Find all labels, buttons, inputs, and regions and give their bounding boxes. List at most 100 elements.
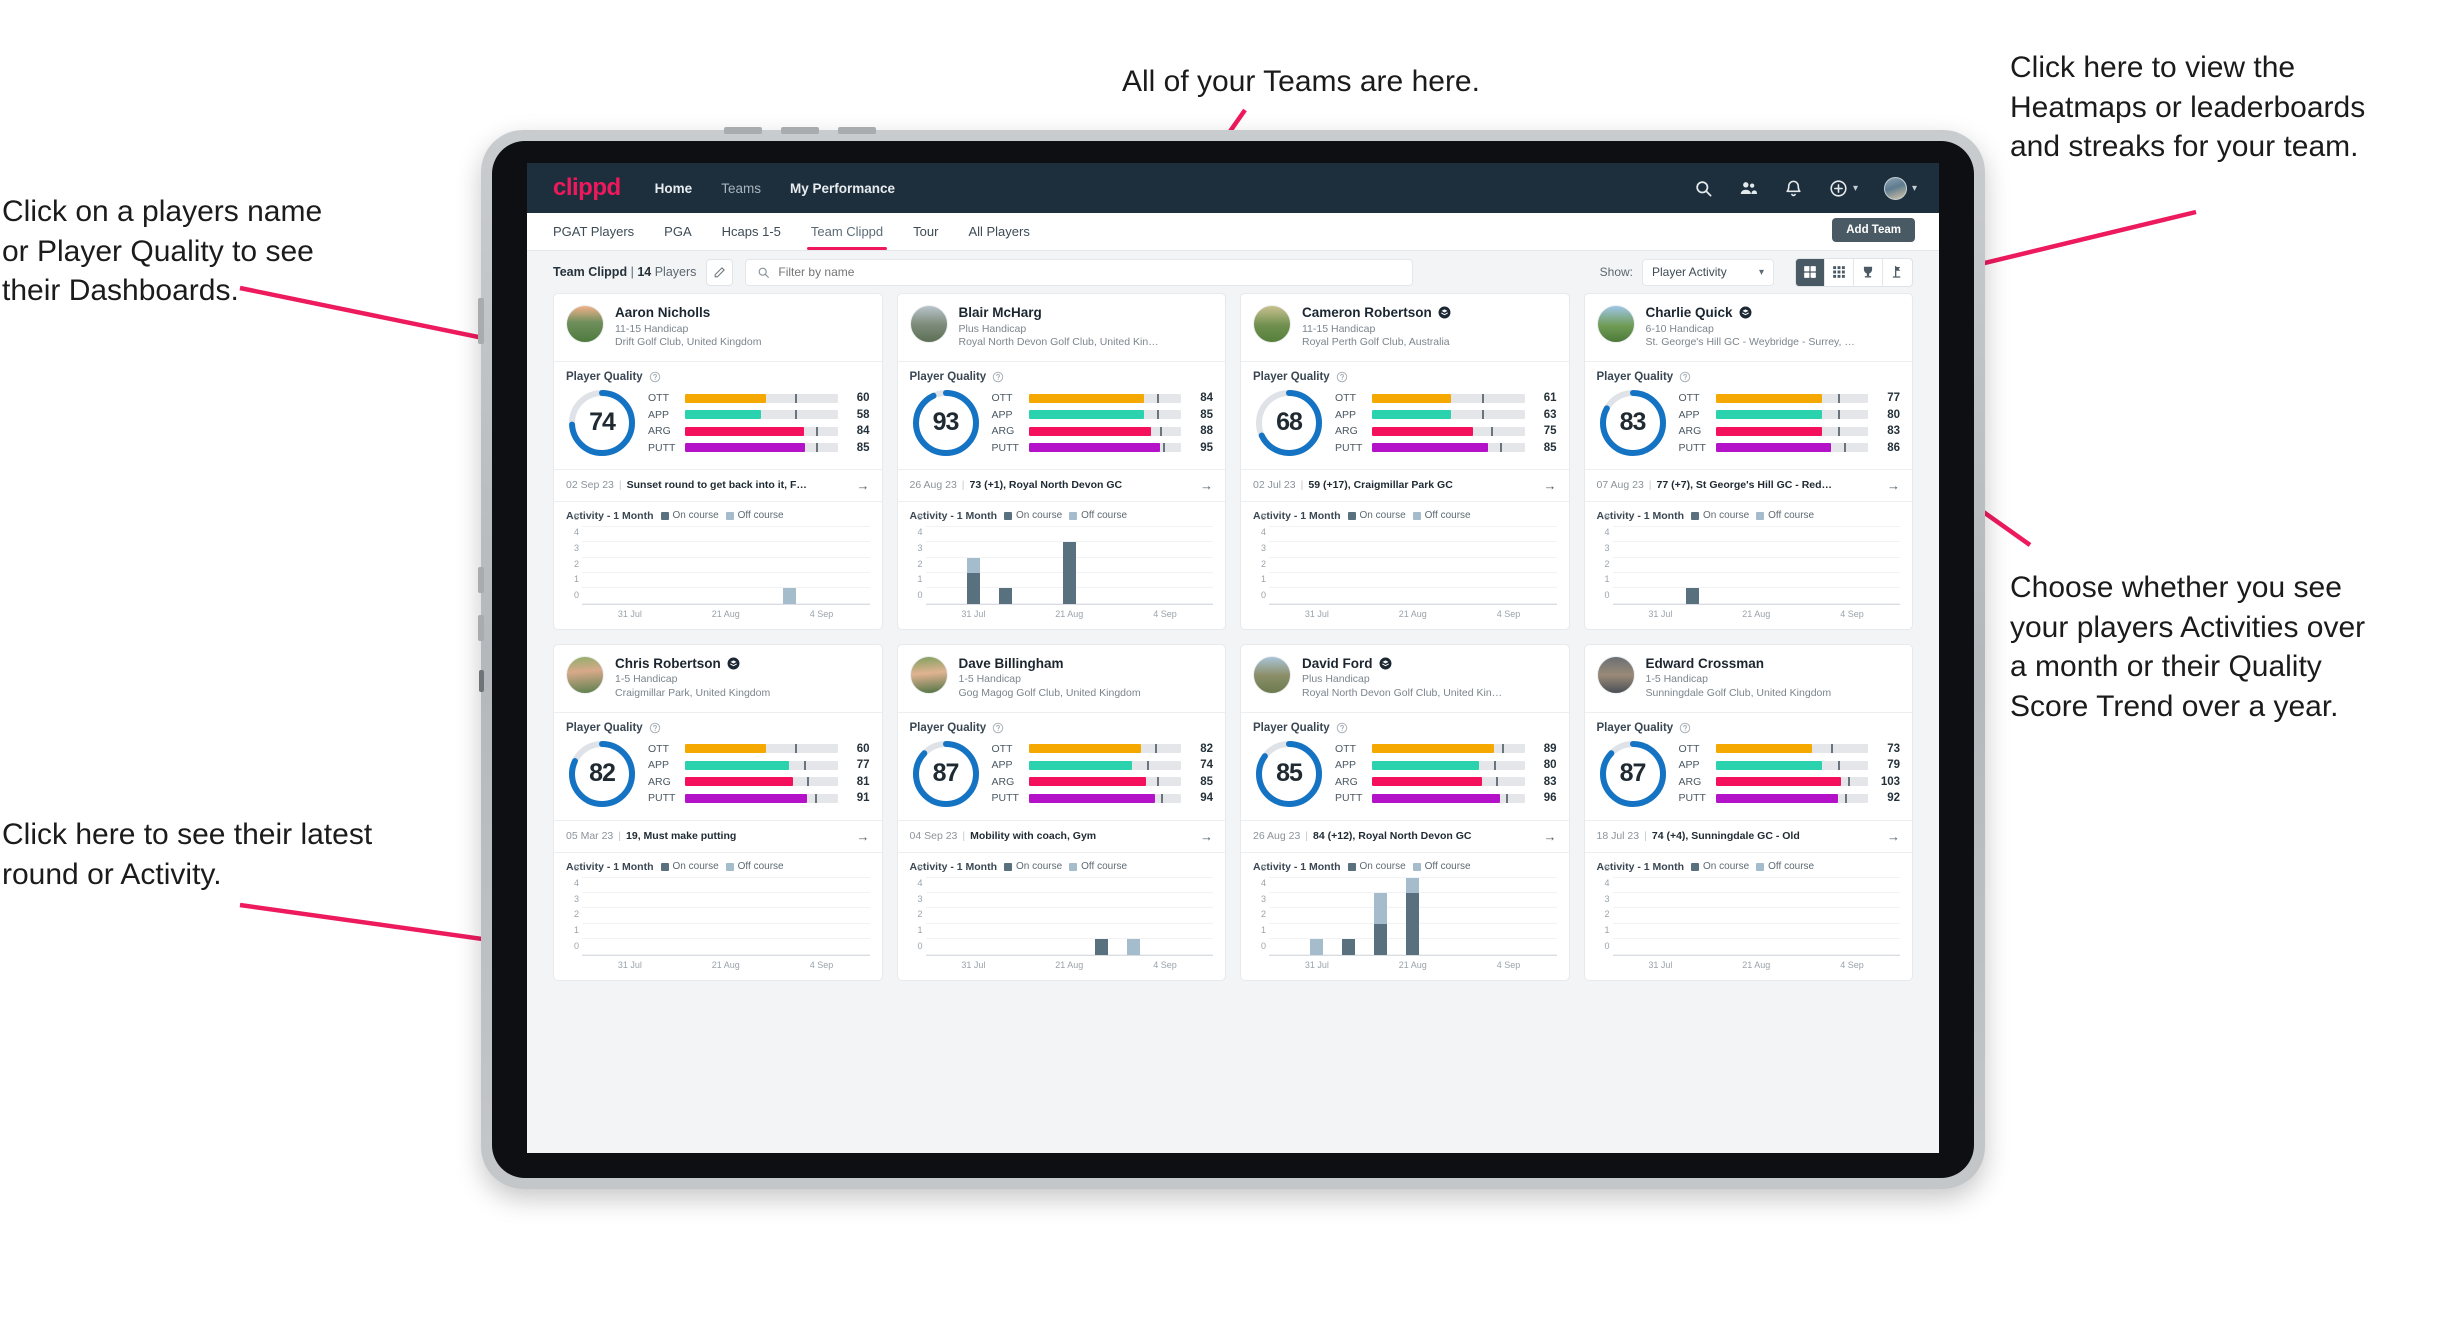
help-icon[interactable] (1336, 371, 1348, 383)
nav-link-teams[interactable]: Teams (721, 181, 761, 196)
arrow-right-icon[interactable]: → (1544, 829, 1557, 844)
player-card-header[interactable]: Cameron Robertson 11-15 Handicap Royal P… (1241, 294, 1569, 361)
player-name-row[interactable]: Charlie Quick (1646, 305, 1855, 321)
player-avatar[interactable] (1253, 305, 1291, 343)
filter-search-box[interactable] (745, 258, 1414, 286)
player-quality-ring[interactable]: 82 (566, 738, 638, 810)
arrow-right-icon[interactable]: → (1200, 478, 1213, 493)
player-avatar[interactable] (909, 655, 948, 694)
account-menu[interactable]: ▾ (1883, 176, 1917, 200)
latest-activity-row[interactable]: 04 Sep 23 | Mobility with coach, Gym → (897, 819, 1225, 852)
player-name-row[interactable]: Cameron Robertson (1302, 305, 1451, 321)
arrow-right-icon[interactable]: → (857, 478, 870, 493)
latest-activity-row[interactable]: 26 Aug 23 | 84 (+12), Royal North Devon … (1241, 819, 1569, 852)
search-icon[interactable] (1694, 179, 1713, 198)
help-icon[interactable] (1679, 371, 1691, 383)
arrow-right-icon[interactable]: → (1887, 478, 1900, 493)
latest-activity-row[interactable]: 07 Aug 23 | 77 (+7), St George's Hill GC… (1584, 468, 1912, 501)
pencil-icon[interactable] (706, 258, 734, 286)
player-avatar[interactable] (1596, 305, 1635, 343)
avatar[interactable] (1883, 176, 1907, 200)
player-name[interactable]: Edward Crossman (1646, 656, 1765, 672)
player-card-header[interactable]: Chris Robertson 1-5 Handicap Craigmillar… (554, 645, 882, 712)
player-quality-ring[interactable]: 74 (566, 387, 638, 459)
player-name[interactable]: Cameron Robertson (1302, 305, 1432, 321)
bell-icon[interactable] (1784, 179, 1803, 198)
help-icon[interactable] (649, 371, 661, 383)
player-card[interactable]: Edward Crossman 1-5 Handicap Sunningdale… (1583, 643, 1913, 981)
player-card[interactable]: Chris Robertson 1-5 Handicap Craigmillar… (553, 643, 883, 981)
player-name-row[interactable]: Aaron Nicholls (615, 305, 761, 321)
player-card-header[interactable]: David Ford Plus Handicap Royal North Dev… (1241, 645, 1569, 712)
player-avatar[interactable] (1253, 655, 1291, 694)
search-input[interactable] (778, 265, 1402, 279)
player-name-row[interactable]: David Ford (1302, 656, 1502, 672)
help-icon[interactable] (992, 722, 1004, 734)
player-name-row[interactable]: Edward Crossman (1646, 656, 1832, 672)
player-name[interactable]: Chris Robertson (615, 656, 721, 672)
player-quality-body[interactable]: 83 OTT 77 APP 80 ARG 83 PUTT 86 (1585, 385, 1913, 469)
player-name-row[interactable]: Chris Robertson (615, 656, 770, 672)
player-avatar[interactable] (566, 655, 604, 694)
player-avatar[interactable] (566, 305, 604, 343)
arrow-right-icon[interactable]: → (857, 829, 870, 844)
player-quality-ring[interactable]: 87 (1597, 738, 1669, 810)
player-quality-ring[interactable]: 93 (910, 387, 982, 459)
player-card-header[interactable]: Aaron Nicholls 11-15 Handicap Drift Golf… (554, 294, 882, 361)
tab-team-clippd[interactable]: Team Clippd (806, 213, 888, 250)
player-quality-body[interactable]: 87 OTT 82 APP 74 ARG 85 PUTT 94 (898, 736, 1226, 820)
show-select[interactable]: Player Activity ▾ (1642, 258, 1774, 286)
player-card-header[interactable]: Edward Crossman 1-5 Handicap Sunningdale… (1585, 645, 1913, 712)
nav-link-my-performance[interactable]: My Performance (790, 181, 895, 196)
player-name-row[interactable]: Dave Billingham (959, 656, 1141, 672)
latest-activity-row[interactable]: 05 Mar 23 | 19, Must make putting → (554, 819, 882, 852)
player-quality-body[interactable]: 85 OTT 89 APP 80 ARG 83 PUTT 96 (1241, 736, 1569, 820)
player-quality-ring[interactable]: 83 (1597, 387, 1669, 459)
latest-activity-row[interactable]: 18 Jul 23 | 74 (+4), Sunningdale GC - Ol… (1584, 819, 1912, 852)
player-quality-body[interactable]: 82 OTT 60 APP 77 ARG 81 PUTT 91 (554, 736, 882, 820)
player-quality-body[interactable]: 68 OTT 61 APP 63 ARG 75 PUTT 85 (1241, 385, 1569, 469)
player-name[interactable]: Charlie Quick (1646, 305, 1733, 321)
tab-tour[interactable]: Tour (913, 213, 938, 250)
nav-link-home[interactable]: Home (655, 181, 693, 196)
player-name-row[interactable]: Blair McHarg (959, 305, 1159, 321)
large-grid-view-button[interactable] (1796, 258, 1825, 286)
player-quality-ring[interactable]: 85 (1253, 738, 1325, 810)
player-card[interactable]: Aaron Nicholls 11-15 Handicap Drift Golf… (553, 293, 883, 630)
player-card[interactable]: Charlie Quick 6-10 Handicap St. George's… (1583, 293, 1913, 630)
tab-all-players[interactable]: All Players (968, 213, 1029, 250)
heatmap-flag-view-button[interactable] (1883, 259, 1912, 286)
help-icon[interactable] (1336, 722, 1348, 734)
create-menu[interactable]: ▾ (1829, 179, 1858, 198)
latest-activity-row[interactable]: 02 Jul 23 | 59 (+17), Craigmillar Park G… (1241, 468, 1569, 501)
player-card[interactable]: David Ford Plus Handicap Royal North Dev… (1240, 643, 1570, 981)
people-icon[interactable] (1739, 179, 1758, 198)
player-name[interactable]: Aaron Nicholls (615, 305, 710, 321)
player-avatar[interactable] (1596, 655, 1635, 694)
tab-pga[interactable]: PGA (664, 213, 691, 250)
player-name[interactable]: David Ford (1302, 656, 1373, 672)
help-icon[interactable] (1679, 722, 1691, 734)
clippd-logo[interactable]: clippd (553, 174, 621, 202)
player-card-header[interactable]: Charlie Quick 6-10 Handicap St. George's… (1585, 294, 1913, 361)
latest-activity-row[interactable]: 02 Sep 23 | Sunset round to get back int… (554, 468, 882, 501)
help-icon[interactable] (649, 722, 661, 734)
player-card[interactable]: Dave Billingham 1-5 Handicap Gog Magog G… (896, 643, 1226, 981)
player-quality-ring[interactable]: 68 (1253, 387, 1325, 459)
tab-hcaps-1-5[interactable]: Hcaps 1-5 (722, 213, 781, 250)
arrow-right-icon[interactable]: → (1200, 829, 1213, 844)
tab-pgat-players[interactable]: PGAT Players (553, 213, 634, 250)
player-quality-body[interactable]: 87 OTT 73 APP 79 ARG 103 PUTT 92 (1585, 736, 1913, 820)
player-card-header[interactable]: Blair McHarg Plus Handicap Royal North D… (898, 294, 1226, 361)
player-card[interactable]: Cameron Robertson 11-15 Handicap Royal P… (1240, 293, 1570, 630)
player-card[interactable]: Blair McHarg Plus Handicap Royal North D… (896, 293, 1226, 630)
player-name[interactable]: Blair McHarg (959, 305, 1042, 321)
player-avatar[interactable] (909, 305, 948, 343)
plus-circle-icon[interactable] (1829, 179, 1848, 198)
player-name[interactable]: Dave Billingham (959, 656, 1064, 672)
player-card-header[interactable]: Dave Billingham 1-5 Handicap Gog Magog G… (898, 645, 1226, 712)
leaderboard-trophy-view-button[interactable] (1854, 258, 1883, 286)
player-quality-body[interactable]: 74 OTT 60 APP 58 ARG 84 PUTT 85 (554, 385, 882, 469)
help-icon[interactable] (992, 371, 1004, 383)
add-team-button[interactable]: Add Team (1832, 218, 1915, 242)
